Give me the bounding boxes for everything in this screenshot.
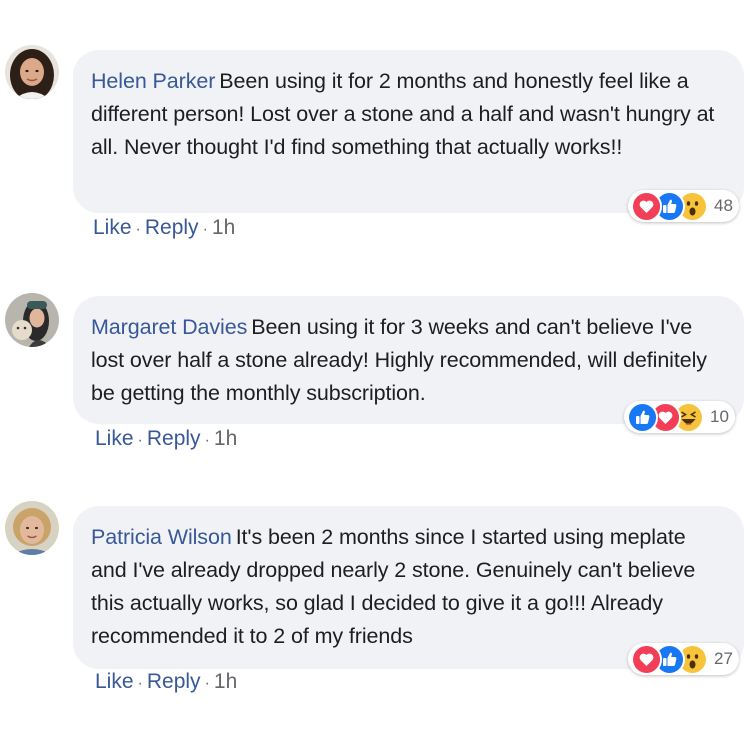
comment-actions: Like · Reply · 1h [95, 427, 237, 451]
comment-timestamp[interactable]: 1h [214, 427, 237, 451]
separator: · [204, 432, 210, 449]
reaction-count: 27 [714, 649, 733, 668]
avatar[interactable] [5, 45, 59, 99]
comment-actions: Like · Reply · 1h [93, 216, 235, 240]
separator: · [135, 221, 141, 238]
reaction-summary[interactable]: 10 [624, 401, 735, 433]
like-link[interactable]: Like [95, 670, 134, 694]
separator: · [137, 432, 143, 449]
love-reaction-icon [631, 190, 662, 222]
love-reaction-icon [631, 643, 662, 675]
comment-timestamp[interactable]: 1h [214, 670, 237, 694]
reaction-count: 10 [710, 407, 729, 426]
comment-timestamp[interactable]: 1h [212, 216, 235, 240]
comment-author[interactable]: Helen Parker [91, 69, 215, 93]
comment-bubble: Helen Parker Been using it for 2 months a… [73, 50, 744, 213]
reaction-summary[interactable]: 27 [628, 643, 739, 675]
comment-author[interactable]: Margaret Davies [91, 315, 247, 339]
like-reaction-icon [627, 401, 658, 433]
avatar[interactable] [5, 501, 59, 555]
comment-author[interactable]: Patricia Wilson [91, 525, 232, 549]
like-link[interactable]: Like [95, 427, 134, 451]
like-link[interactable]: Like [93, 216, 132, 240]
avatar[interactable] [5, 293, 59, 347]
separator: · [202, 221, 208, 238]
separator: · [137, 675, 143, 692]
reply-link[interactable]: Reply [147, 670, 201, 694]
reaction-summary[interactable]: 48 [628, 190, 739, 222]
reaction-count: 48 [714, 196, 733, 215]
separator: · [204, 675, 210, 692]
reply-link[interactable]: Reply [147, 427, 201, 451]
comment-actions: Like · Reply · 1h [95, 670, 237, 694]
reply-link[interactable]: Reply [145, 216, 199, 240]
